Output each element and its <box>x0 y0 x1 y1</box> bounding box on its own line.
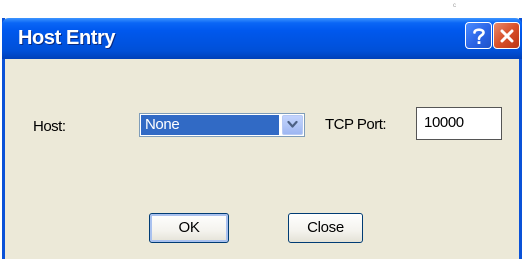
tcp-port-input[interactable]: 10000 <box>416 107 502 140</box>
question-mark-icon <box>471 26 487 46</box>
stray-mark: c <box>453 3 456 9</box>
ok-button[interactable]: OK <box>149 213 229 243</box>
title-bar[interactable]: Host Entry <box>2 18 522 59</box>
host-entry-dialog: Host Entry Host: None TCP Port: 10000 OK… <box>2 18 522 259</box>
window-title: Host Entry <box>18 27 116 49</box>
host-dropdown[interactable]: None <box>139 113 305 137</box>
dropdown-arrow-button[interactable] <box>282 115 303 135</box>
help-button[interactable] <box>465 22 492 49</box>
host-label: Host: <box>33 118 66 135</box>
host-selected-value: None <box>141 115 279 135</box>
chevron-down-icon <box>287 116 298 134</box>
tcp-port-label: TCP Port: <box>325 116 387 133</box>
screenshot-canvas: c Host Entry Host: None TCP Port: 10000 … <box>0 0 525 259</box>
close-button[interactable]: Close <box>288 213 363 243</box>
close-x-icon <box>499 28 515 44</box>
close-window-button[interactable] <box>493 22 520 49</box>
